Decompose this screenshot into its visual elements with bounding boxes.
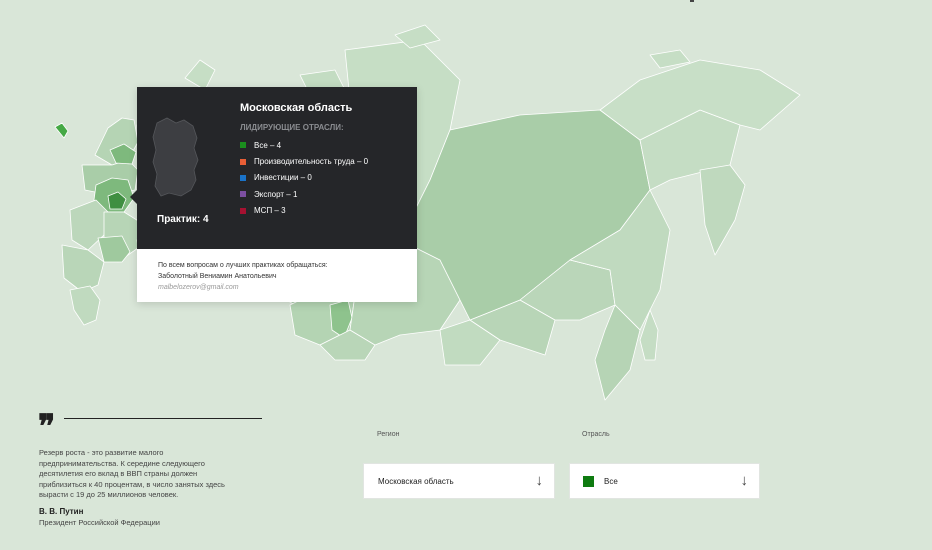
tooltip-industries-list: Все – 4 Производительность труда – 0 Инвес… <box>240 137 368 219</box>
quote-divider <box>64 418 262 419</box>
industry-select[interactable]: Все ↓ <box>569 463 760 499</box>
industry-item: Экспорт – 1 <box>240 186 368 202</box>
quote-author-role: Президент Российской Федерации <box>39 518 160 527</box>
region-novaya-zemlya[interactable] <box>184 59 216 91</box>
industry-color-swatch <box>240 207 246 214</box>
industry-color-swatch <box>240 191 246 198</box>
region-kamchatka[interactable] <box>699 164 746 256</box>
region-select[interactable]: Московская область ↓ <box>363 463 555 499</box>
region-south[interactable] <box>61 244 105 293</box>
tooltip-practices-count: Практик: 4 <box>157 214 209 225</box>
region-select-value: Московская область <box>378 476 454 486</box>
region-filter-label: Регион <box>377 431 400 438</box>
industry-item: МСП – 3 <box>240 203 368 219</box>
tooltip-industries-heading: ЛИДИРУЮЩИЕ ОТРАСЛИ: <box>240 123 344 132</box>
industry-label: Производительность труда – 0 <box>254 157 369 167</box>
region-silhouette-icon <box>152 117 199 197</box>
quote-mark-icon: ❞ <box>38 407 56 445</box>
arrow-down-icon[interactable]: ↓ <box>536 473 544 489</box>
industry-item: Производительность труда – 0 <box>240 153 368 169</box>
industry-label: Инвестиции – 0 <box>254 173 312 183</box>
quote-text: Резерв роста - это развитие малого предп… <box>39 448 225 499</box>
industry-item: Все – 4 <box>240 137 368 153</box>
contact-intro: По всем вопросам о лучших практиках обра… <box>158 262 328 269</box>
industry-color-swatch <box>240 142 246 149</box>
industry-label: Экспорт – 1 <box>254 189 298 199</box>
region-kaliningrad[interactable] <box>54 122 69 139</box>
quote-author: В. В. Путин <box>39 507 84 516</box>
tooltip-header: Московская область ЛИДИРУЮЩИЕ ОТРАСЛИ: В… <box>137 87 417 249</box>
contact-name: Заболотный Вениамин Анатольевич <box>158 273 277 280</box>
industry-color-swatch <box>240 174 246 181</box>
industry-item: Инвестиции – 0 <box>240 170 368 186</box>
region-tooltip: Московская область ЛИДИРУЮЩИЕ ОТРАСЛИ: В… <box>130 87 417 302</box>
tooltip-region-name: Московская область <box>240 102 353 114</box>
contact-email[interactable]: malbelozerov@gmail.com <box>158 282 328 293</box>
tooltip-contact: По всем вопросам о лучших практиках обра… <box>158 260 328 293</box>
industry-select-value: Все <box>604 476 618 486</box>
industry-filter-label: Отрасль <box>582 431 610 438</box>
tooltip-pointer <box>130 190 137 204</box>
arrow-down-icon[interactable]: ↓ <box>741 473 749 489</box>
region-caucasus[interactable] <box>69 285 101 326</box>
industry-color-swatch <box>583 475 594 487</box>
industry-label: МСП – 3 <box>254 206 286 216</box>
industry-color-swatch <box>240 158 246 165</box>
industry-label: Все – 4 <box>254 140 282 150</box>
